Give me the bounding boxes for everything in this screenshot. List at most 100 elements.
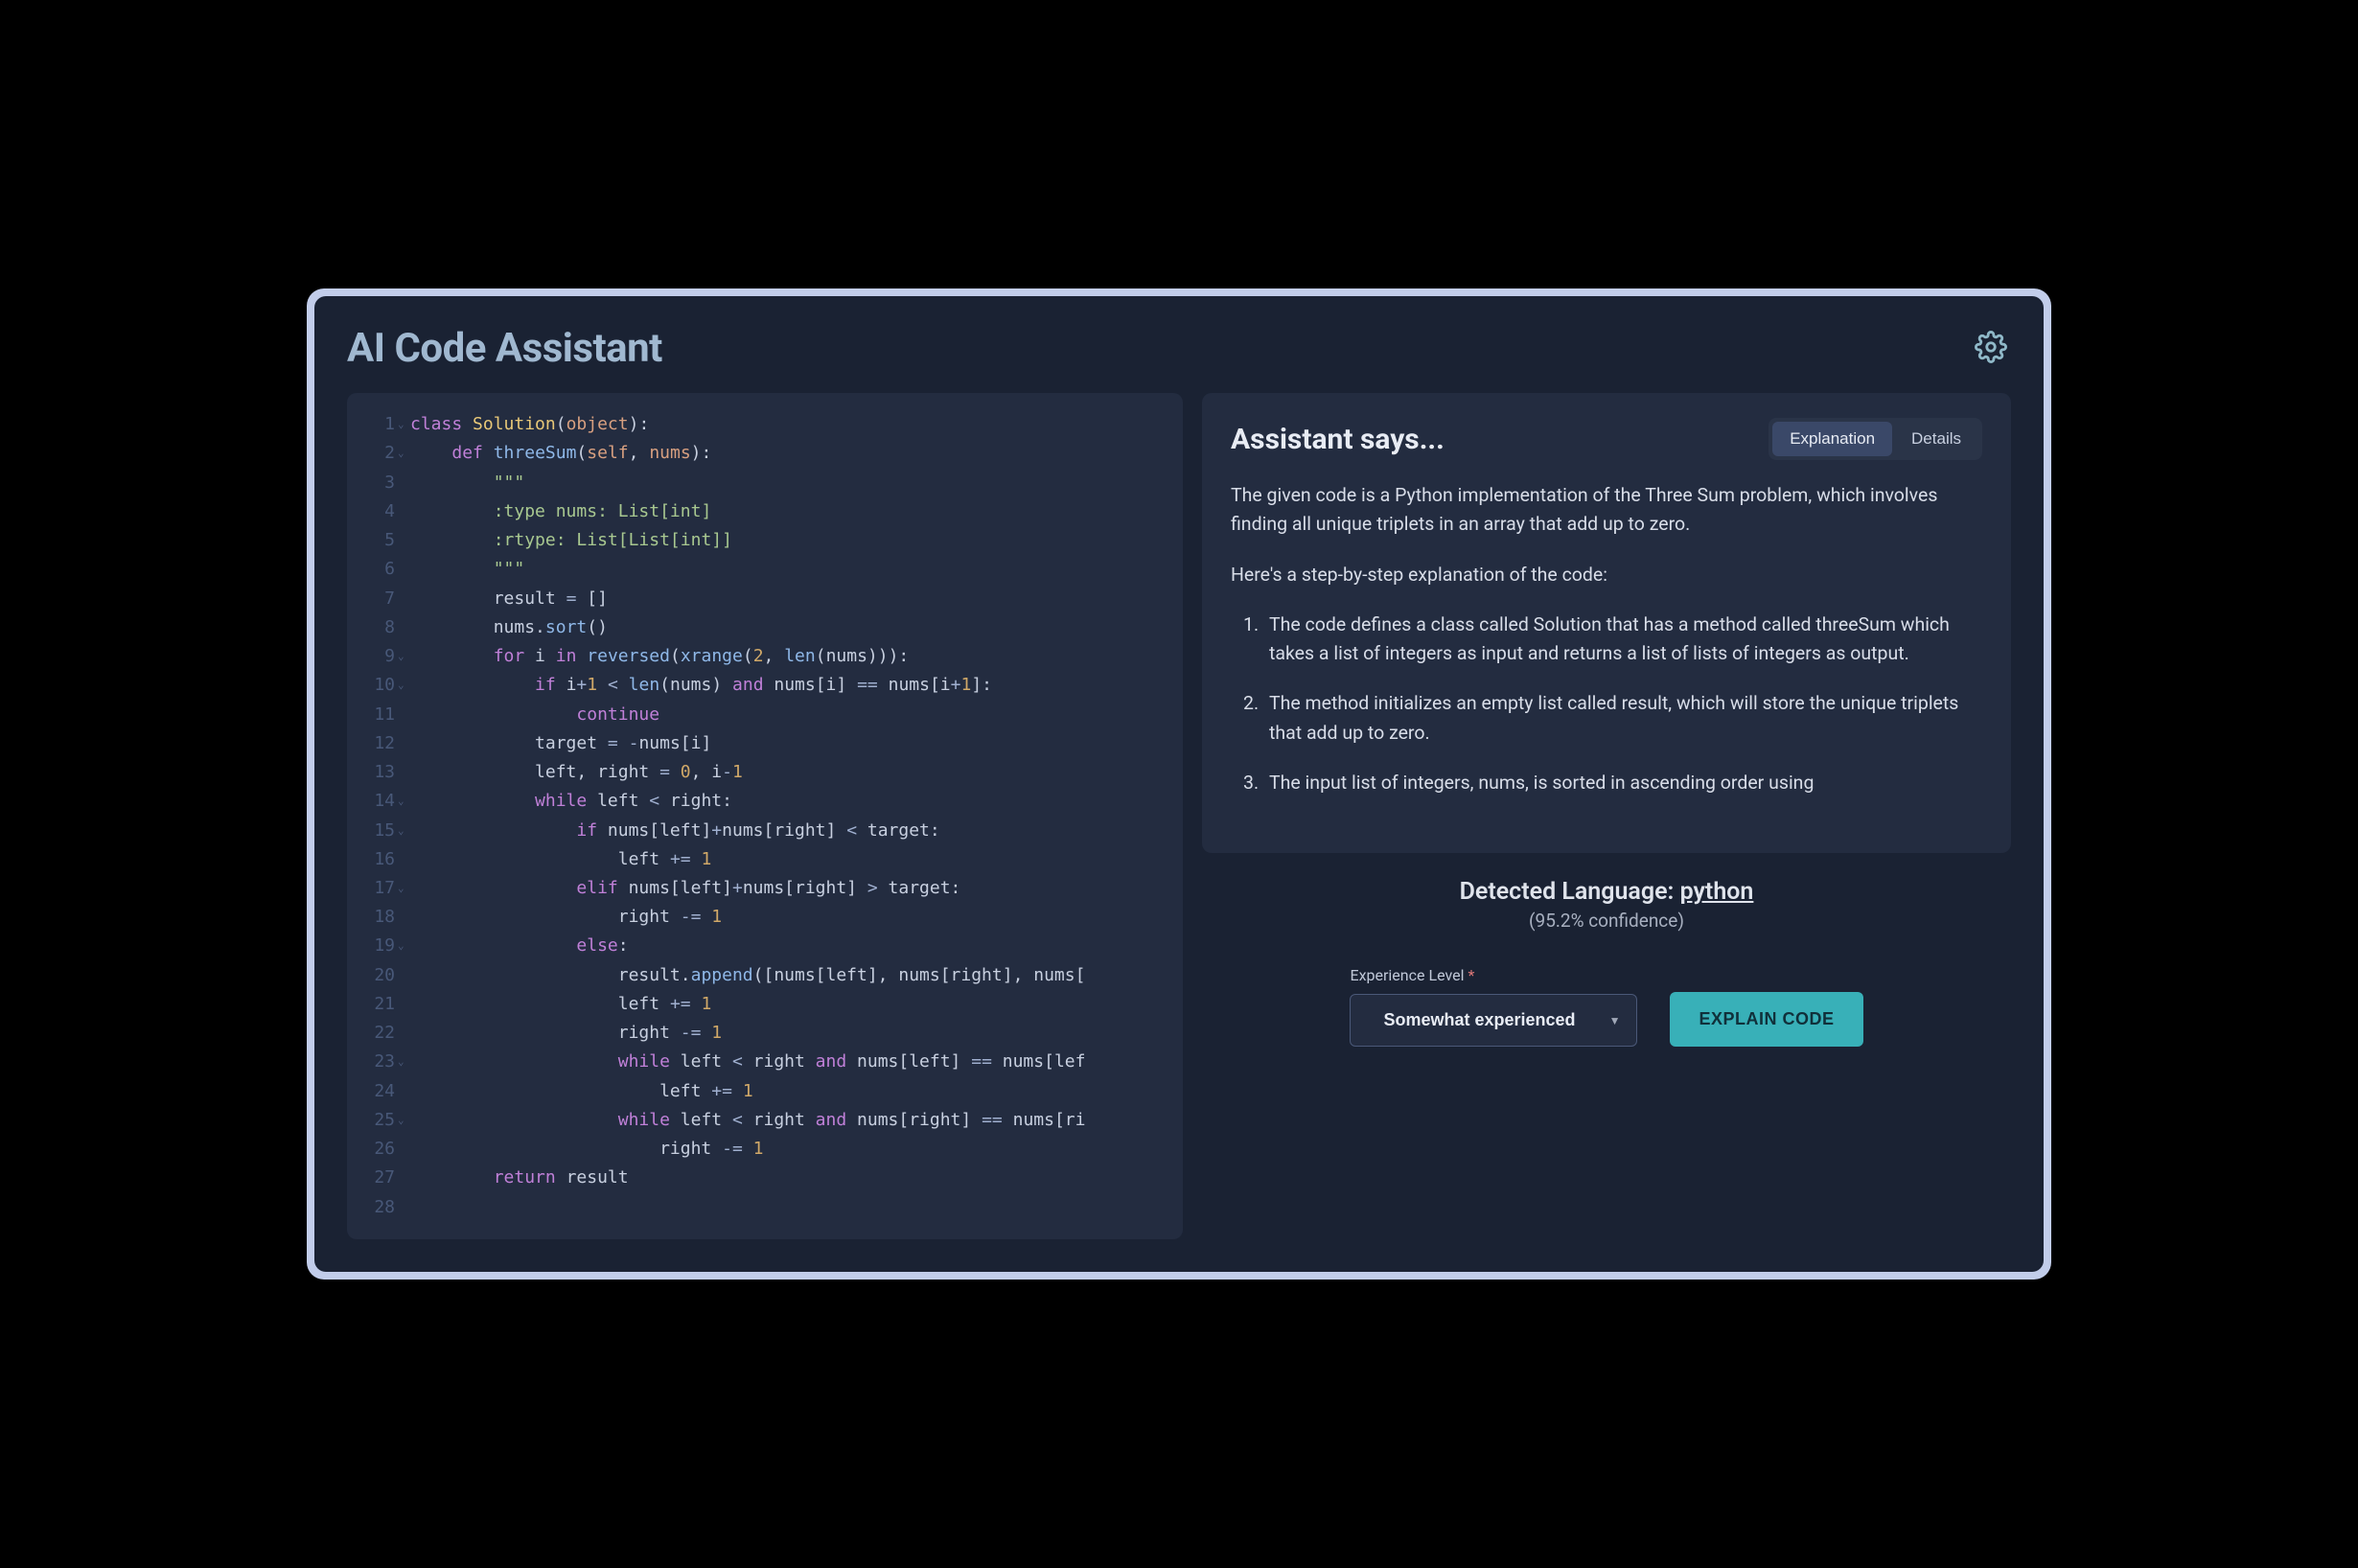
code-text: else: [410,932,1169,960]
line-number: 4 [360,497,395,526]
code-line: 15⌄ if nums[left]+nums[right] < target: [360,817,1169,845]
experience-select-wrap: Somewhat experienced ▼ [1350,994,1637,1047]
experience-select[interactable]: Somewhat experienced [1350,994,1637,1047]
fold-marker [395,1135,410,1164]
code-line: 26 right -= 1 [360,1135,1169,1164]
line-number: 27 [360,1164,395,1192]
code-text: left += 1 [410,990,1169,1019]
fold-marker [395,729,410,758]
fold-marker [395,961,410,990]
line-number: 21 [360,990,395,1019]
code-line: 24 left += 1 [360,1077,1169,1106]
detection-language: python [1680,878,1754,906]
code-line: 16 left += 1 [360,845,1169,874]
fold-marker [395,526,410,555]
controls-row: Experience Level * Somewhat experienced … [1202,966,2011,1047]
code-text: return result [410,1164,1169,1192]
line-number: 19 [360,932,395,960]
fold-marker [395,758,410,787]
assistant-intro: The given code is a Python implementatio… [1231,481,1982,539]
fold-marker [395,1193,410,1222]
fold-marker [395,585,410,613]
fold-marker [395,469,410,497]
fold-marker [395,613,410,642]
fold-marker[interactable]: ⌄ [395,1048,410,1076]
code-line: 8 nums.sort() [360,613,1169,642]
code-text: nums.sort() [410,613,1169,642]
fold-marker[interactable]: ⌄ [395,439,410,468]
code-text: while left < right: [410,787,1169,816]
fold-marker[interactable]: ⌄ [395,817,410,845]
code-line: 11 continue [360,701,1169,729]
line-number: 14 [360,787,395,816]
code-line: 5 :rtype: List[List[int]] [360,526,1169,555]
code-text: """ [410,555,1169,584]
explain-code-button[interactable]: EXPLAIN CODE [1670,992,1862,1047]
code-line: 4 :type nums: List[int] [360,497,1169,526]
fold-marker[interactable]: ⌄ [395,874,410,903]
assistant-card: Assistant says... Explanation Details Th… [1202,393,2011,853]
code-text: elif nums[left]+nums[right] > target: [410,874,1169,903]
code-line: 27 return result [360,1164,1169,1192]
code-line: 9⌄ for i in reversed(xrange(2, len(nums)… [360,642,1169,671]
experience-field: Experience Level * Somewhat experienced … [1350,966,1637,1047]
code-line: 7 result = [] [360,585,1169,613]
code-text: """ [410,469,1169,497]
line-number: 26 [360,1135,395,1164]
line-number: 17 [360,874,395,903]
code-line: 19⌄ else: [360,932,1169,960]
code-line: 23⌄ while left < right and nums[left] ==… [360,1048,1169,1076]
code-text: left += 1 [410,1077,1169,1106]
code-line: 12 target = -nums[i] [360,729,1169,758]
detection-confidence: (95.2% confidence) [1202,910,2011,932]
page-title: AI Code Assistant [347,325,662,372]
code-lines: 1⌄class Solution(object):2⌄ def threeSum… [360,410,1169,1222]
fold-marker[interactable]: ⌄ [395,787,410,816]
fold-marker[interactable]: ⌄ [395,410,410,439]
line-number: 5 [360,526,395,555]
header: AI Code Assistant [347,325,2011,372]
code-line: 14⌄ while left < right: [360,787,1169,816]
code-line: 17⌄ elif nums[left]+nums[right] > target… [360,874,1169,903]
code-text: if nums[left]+nums[right] < target: [410,817,1169,845]
code-text: for i in reversed(xrange(2, len(nums))): [410,642,1169,671]
experience-label: Experience Level * [1350,966,1637,984]
detection-line: Detected Language: python [1202,878,2011,906]
line-number: 13 [360,758,395,787]
fold-marker[interactable]: ⌄ [395,932,410,960]
code-text: result = [] [410,585,1169,613]
detection-label: Detected Language: [1460,878,1675,906]
fold-marker[interactable]: ⌄ [395,642,410,671]
code-line: 2⌄ def threeSum(self, nums): [360,439,1169,468]
code-text: right -= 1 [410,903,1169,932]
line-number: 10 [360,671,395,700]
code-text: while left < right and nums[right] == nu… [410,1106,1169,1135]
required-asterisk: * [1468,966,1474,984]
fold-marker[interactable]: ⌄ [395,671,410,700]
assistant-title: Assistant says... [1231,423,1445,456]
settings-button[interactable] [1971,327,2011,370]
app-frame: AI Code Assistant 1⌄class Solution(objec… [307,288,2051,1280]
fold-marker [395,903,410,932]
assistant-header: Assistant says... Explanation Details [1231,418,1982,460]
assistant-step: The method initializes an empty list cal… [1263,689,1982,747]
line-number: 28 [360,1193,395,1222]
code-editor[interactable]: 1⌄class Solution(object):2⌄ def threeSum… [347,393,1183,1239]
fold-marker [395,845,410,874]
fold-marker [395,1164,410,1192]
assistant-lead: Here's a step-by-step explanation of the… [1231,561,1982,589]
code-line: 3 """ [360,469,1169,497]
fold-marker[interactable]: ⌄ [395,1106,410,1135]
fold-marker [395,1019,410,1048]
tab-details[interactable]: Details [1894,422,1978,456]
tab-group: Explanation Details [1768,418,1982,460]
line-number: 22 [360,1019,395,1048]
tab-explanation[interactable]: Explanation [1772,422,1892,456]
fold-marker [395,990,410,1019]
code-text: if i+1 < len(nums) and nums[i] == nums[i… [410,671,1169,700]
code-text: target = -nums[i] [410,729,1169,758]
assistant-steps: The code defines a class called Solution… [1231,611,1982,797]
line-number: 24 [360,1077,395,1106]
code-text: result.append([nums[left], nums[right], … [410,961,1169,990]
code-line: 1⌄class Solution(object): [360,410,1169,439]
